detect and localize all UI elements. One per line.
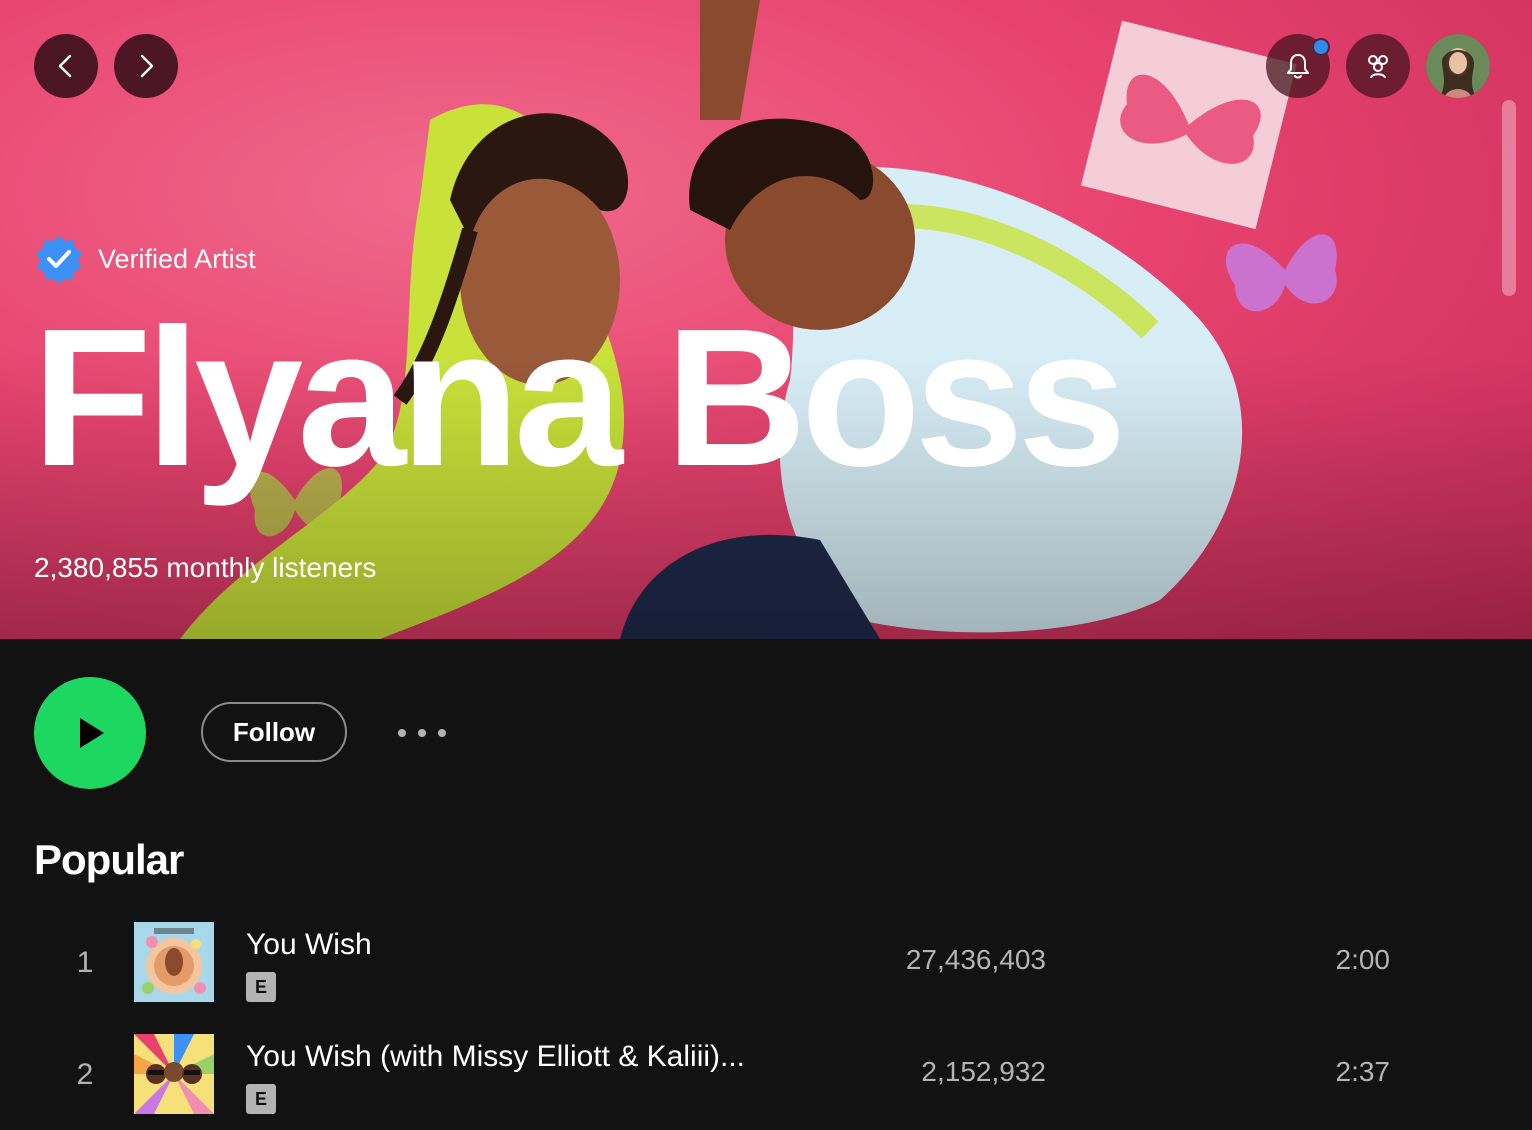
track-row[interactable]: 1 You Wish E 27,436,403 2:00 [0,916,1532,1016]
chevron-left-icon [58,54,72,78]
track-duration: 2:37 [1335,1056,1391,1087]
track-title[interactable]: You Wish (with Missy Elliott & Kaliii)..… [246,1040,745,1074]
follow-button[interactable]: Follow [201,702,347,762]
forward-button[interactable] [114,34,178,98]
track-row[interactable]: 2 You Wish (with Missy Elliott & Kaliii)… [0,1028,1532,1128]
verified-badge: Verified Artist [34,234,256,284]
track-cover-art [134,922,214,1002]
verified-check-icon [36,236,82,284]
dot [438,729,446,737]
play-button[interactable] [34,677,146,789]
track-play-count: 2,152,932 [921,1056,1046,1087]
notification-dot [1312,38,1330,56]
track-duration: 2:00 [1335,944,1391,975]
friends-icon [1368,55,1388,79]
bell-icon [1287,54,1309,79]
avatar [1426,34,1490,98]
track-rank: 1 [76,946,94,979]
track-title[interactable]: You Wish [246,928,372,962]
dot [418,729,426,737]
explicit-badge: E [246,972,276,1002]
chevron-right-icon [140,54,154,78]
play-icon [80,718,104,748]
user-avatar-button[interactable] [1426,34,1490,98]
scrollbar-thumb[interactable] [1502,100,1516,296]
more-options-button[interactable] [390,716,454,750]
friend-activity-button[interactable] [1346,34,1410,98]
track-play-count: 27,436,403 [905,944,1046,975]
track-cover-art [134,1034,214,1114]
track-rank: 2 [76,1058,94,1091]
verified-artist-label: Verified Artist [98,243,256,274]
monthly-listeners: 2,380,855 monthly listeners [34,552,377,583]
dot [398,729,406,737]
artist-name: Flyana Boss [32,288,1127,507]
explicit-badge: E [246,1084,276,1114]
popular-heading: Popular [34,836,184,883]
back-button[interactable] [34,34,98,98]
